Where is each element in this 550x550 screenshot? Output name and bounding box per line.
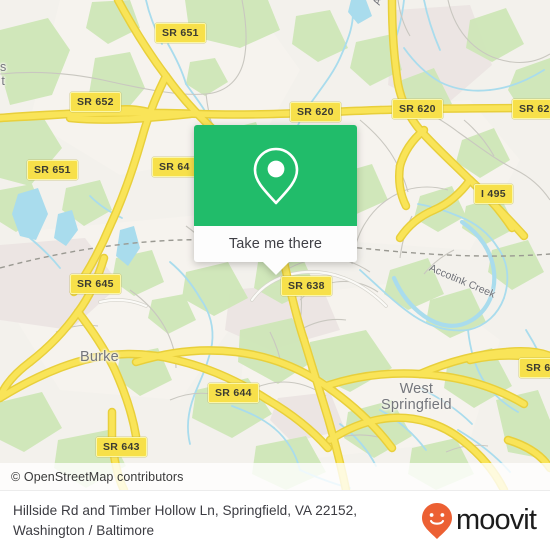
attribution-bar: © OpenStreetMap contributors xyxy=(0,463,550,490)
road-shield: SR 638 xyxy=(281,276,332,296)
road-shield: SR 651 xyxy=(27,160,78,180)
place-label: Burke xyxy=(80,349,119,365)
road-shield: I 495 xyxy=(474,184,513,204)
road-shield: SR 644 xyxy=(208,383,259,403)
road-shield: SR 620 xyxy=(290,102,341,122)
road-shield: SR 651 xyxy=(155,23,206,43)
road-shield: SR 620 xyxy=(392,99,443,119)
moovit-logo[interactable]: moovit xyxy=(421,502,537,540)
popup-tail-pointer xyxy=(262,262,289,275)
road-shield: SR 645 xyxy=(70,274,121,294)
moovit-pin-smiley-icon xyxy=(421,502,452,539)
map-pin-icon xyxy=(253,147,298,204)
map-page: SR 651 SR 652 SR 651 SR 64 SR 620 SR 620 SR 62… xyxy=(0,0,550,550)
place-label: s t xyxy=(0,60,7,88)
road-shield: SR 64 xyxy=(519,358,550,378)
road-shield: SR 643 xyxy=(96,437,147,457)
road-shield: SR 64 xyxy=(152,157,197,177)
footer-bar: Hillside Rd and Timber Hollow Ln, Spring… xyxy=(0,490,550,550)
map-canvas[interactable]: SR 651 SR 652 SR 651 SR 64 SR 620 SR 620 SR 62… xyxy=(0,0,550,490)
place-label: West Springfield xyxy=(381,381,452,414)
openstreetmap-attribution[interactable]: © OpenStreetMap contributors xyxy=(0,470,184,484)
location-title: Hillside Rd and Timber Hollow Ln, Spring… xyxy=(13,502,358,538)
popup-footer[interactable]: Take me there xyxy=(194,226,357,275)
moovit-wordmark: moovit xyxy=(455,504,537,536)
popup-header xyxy=(194,125,357,226)
road-shield: SR 652 xyxy=(70,92,121,112)
road-shield: SR 620 xyxy=(512,99,550,119)
take-me-there-label: Take me there xyxy=(228,236,323,252)
destination-popup[interactable]: Take me there xyxy=(194,125,357,275)
